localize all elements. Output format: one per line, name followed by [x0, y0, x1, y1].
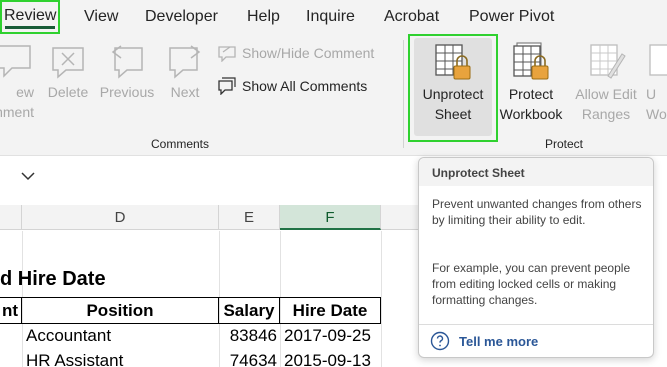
unshare-workbook-icon	[649, 44, 667, 76]
next-comment-icon	[169, 45, 201, 79]
cell-hire-date[interactable]: 2015-09-13	[284, 349, 371, 367]
tab-help[interactable]: Help	[247, 0, 280, 34]
previous-comment-button[interactable]: Previous	[98, 42, 156, 102]
header-cell-partial[interactable]: nt	[0, 297, 22, 324]
protect-group-label: Protect	[545, 137, 584, 151]
cell-position[interactable]: HR Assistant	[26, 349, 123, 367]
protect-workbook-icon	[513, 42, 549, 80]
tab-view[interactable]: View	[84, 0, 118, 34]
column-header-e[interactable]: E	[219, 205, 280, 230]
column-header-c[interactable]	[0, 205, 22, 230]
allow-edit-ranges-button[interactable]: Allow Edit Ranges	[568, 42, 644, 124]
unprotect-sheet-icon	[435, 44, 471, 80]
cell-position[interactable]: Accountant	[26, 324, 111, 348]
menu-bar: Review View Developer Help Inquire Acrob…	[0, 0, 667, 34]
chevron-down-icon[interactable]	[20, 171, 36, 181]
show-all-comments-button[interactable]: Show All Comments	[218, 75, 367, 97]
column-header-f[interactable]: F	[280, 205, 381, 230]
tab-review[interactable]: Review	[0, 0, 61, 34]
tab-inquire[interactable]: Inquire	[306, 0, 355, 34]
delete-comment-icon	[52, 47, 84, 79]
help-icon	[430, 331, 450, 351]
tooltip-example: For example, you can prevent people from…	[432, 261, 631, 307]
unprotect-sheet-button[interactable]: Unprotect Sheet	[414, 42, 492, 124]
new-comment-icon	[0, 45, 31, 78]
header-cell-salary[interactable]: Salary	[219, 297, 280, 324]
cell-salary[interactable]: 83846	[219, 324, 277, 348]
show-all-comments-icon	[218, 77, 236, 95]
column-header-g[interactable]	[381, 205, 421, 230]
next-comment-button[interactable]: Next	[162, 42, 208, 102]
group-separator	[403, 40, 404, 148]
ribbon: ew mment Delete Previous Next Show/Hide …	[0, 34, 667, 156]
tab-acrobat[interactable]: Acrobat	[384, 0, 439, 34]
show-hide-comment-button[interactable]: Show/Hide Comment	[218, 42, 374, 64]
unshare-workbook-button[interactable]: U Wo	[646, 42, 667, 124]
allow-edit-ranges-icon	[590, 44, 626, 79]
tell-me-more-link[interactable]: Tell me more	[430, 331, 538, 351]
cell-salary[interactable]: 74634	[219, 349, 277, 367]
tooltip-description: Prevent unwanted changes from others by …	[432, 197, 642, 227]
unprotect-sheet-tooltip: Unprotect Sheet Prevent unwanted changes…	[418, 157, 654, 358]
tooltip-divider	[419, 324, 653, 325]
tab-power-pivot[interactable]: Power Pivot	[469, 0, 554, 34]
comments-group-label: Comments	[151, 137, 210, 151]
previous-comment-icon	[111, 45, 143, 79]
show-hide-comment-icon	[218, 46, 236, 62]
delete-comment-button[interactable]: Delete	[44, 42, 92, 102]
grid-line	[381, 231, 382, 367]
tooltip-title: Unprotect Sheet	[432, 166, 525, 180]
header-cell-position[interactable]: Position	[22, 297, 219, 324]
protect-workbook-button[interactable]: Protect Workbook	[496, 42, 566, 124]
tab-developer[interactable]: Developer	[145, 0, 218, 34]
column-header-d[interactable]: D	[22, 205, 219, 230]
cell-hire-date[interactable]: 2017-09-25	[284, 324, 371, 348]
sheet-title-cell[interactable]: d Hire Date	[0, 268, 106, 291]
header-cell-hire-date[interactable]: Hire Date	[280, 297, 381, 324]
new-comment-button[interactable]: ew mment	[0, 42, 38, 122]
